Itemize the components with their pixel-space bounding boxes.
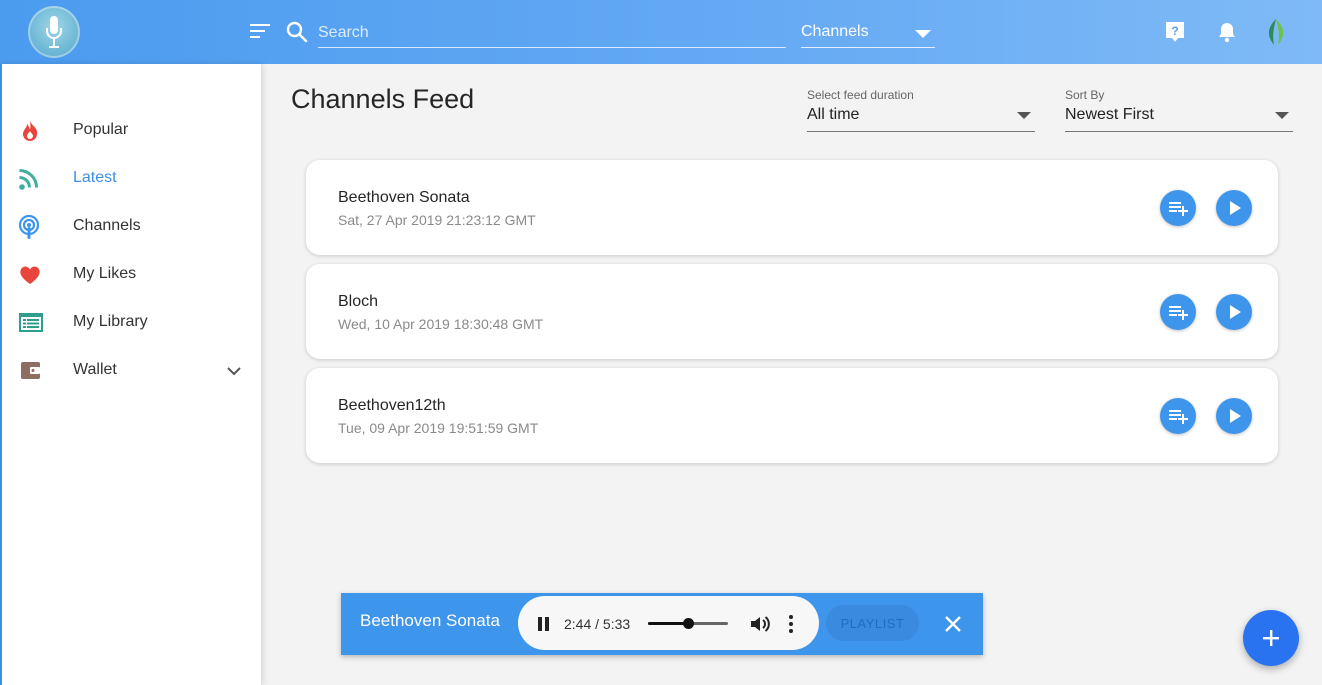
sidebar-item-label: Popular [73,121,129,138]
svg-text:?: ? [1171,24,1178,38]
feed-card-date: Tue, 09 Apr 2019 19:51:59 GMT [338,420,539,436]
notification-bell-icon[interactable] [1216,20,1238,49]
sidebar-item-channels[interactable]: Channels [2,203,261,251]
playlist-add-icon [1169,306,1188,320]
microphone-logo-icon[interactable] [28,6,80,58]
feed-card[interactable]: Bloch Wed, 10 Apr 2019 18:30:48 GMT [306,264,1278,359]
play-icon [1230,201,1241,215]
play-button[interactable] [1216,398,1252,434]
add-fab-button[interactable] [1243,610,1299,666]
feed-card-date: Sat, 27 Apr 2019 21:23:12 GMT [338,212,536,228]
feed-card-date: Wed, 10 Apr 2019 18:30:48 GMT [338,316,544,332]
pause-icon[interactable] [537,616,551,637]
channel-type-select-value: Channels [801,23,869,40]
volume-slider[interactable] [648,618,728,629]
leaf-logo-icon[interactable] [1264,17,1288,52]
chevron-down-icon[interactable] [226,363,242,384]
add-to-playlist-button[interactable] [1160,294,1196,330]
wallet-icon [18,359,44,383]
fire-icon [18,119,44,143]
sort-by-caption: Sort By [1065,88,1105,102]
feed-card-title: Beethoven Sonata [338,189,470,206]
rss-icon [18,167,44,191]
playlist-add-icon [1169,202,1188,216]
sidebar-item-my-library[interactable]: My Library [2,299,261,347]
volume-icon[interactable] [749,614,771,639]
sidebar-item-label: Channels [73,217,141,234]
audio-controls: 2:44 / 5:33 [518,596,819,650]
playlist-add-icon [1169,410,1188,424]
sidebar-item-my-likes[interactable]: My Likes [2,251,261,299]
play-button[interactable] [1216,294,1252,330]
audio-player-bar: Beethoven Sonata 2:44 / 5:33 PLAYLIST [341,593,983,655]
feed-duration-value: All time [807,106,860,123]
playback-time: 2:44 / 5:33 [564,616,631,632]
play-icon [1230,409,1241,423]
sidebar-item-label: Wallet [73,361,117,378]
podcast-icon [18,214,44,239]
plus-icon [1263,630,1279,646]
sidebar-item-label: My Library [73,313,148,330]
feed-duration-caption: Select feed duration [807,88,914,102]
sort-by-value: Newest First [1065,106,1154,123]
sidebar-item-label: My Likes [73,265,137,282]
caret-down-icon [1275,112,1289,119]
close-icon[interactable] [942,613,964,640]
caret-down-icon [915,30,931,38]
sidebar-item-latest[interactable]: Latest [2,155,261,203]
volume-slider-fill [648,622,688,625]
page-title: Channels Feed [291,84,475,114]
library-icon [18,311,44,335]
sort-by-select[interactable]: Sort By Newest First [1065,86,1293,132]
feed-card-title: Beethoven12th [338,397,446,414]
add-to-playlist-button[interactable] [1160,398,1196,434]
sidebar-item-popular[interactable]: Popular [2,107,261,155]
top-app-bar: Channels ? [0,0,1322,64]
feed-card-title: Bloch [338,293,379,310]
feed-card[interactable]: Beethoven12th Tue, 09 Apr 2019 19:51:59 … [306,368,1278,463]
sidebar-item-label: Latest [73,169,117,186]
feed-duration-select[interactable]: Select feed duration All time [807,86,1035,132]
play-icon [1230,305,1241,319]
caret-down-icon [1017,112,1031,119]
feed-card[interactable]: Beethoven Sonata Sat, 27 Apr 2019 21:23:… [306,160,1278,255]
playlist-button[interactable]: PLAYLIST [826,605,919,641]
help-icon[interactable]: ? [1164,20,1186,49]
sidebar: Popular Latest Channels My Likes My Libr… [0,64,261,685]
sidebar-item-wallet[interactable]: Wallet [2,347,261,395]
sort-menu-icon[interactable] [250,22,272,40]
now-playing-title: Beethoven Sonata [360,611,500,630]
play-button[interactable] [1216,190,1252,226]
search-icon[interactable] [286,21,308,48]
more-options-icon[interactable] [788,614,794,639]
add-to-playlist-button[interactable] [1160,190,1196,226]
search-input[interactable] [318,18,786,48]
channel-type-select[interactable]: Channels [801,18,935,48]
volume-slider-handle[interactable] [683,618,694,629]
heart-icon [18,263,44,287]
